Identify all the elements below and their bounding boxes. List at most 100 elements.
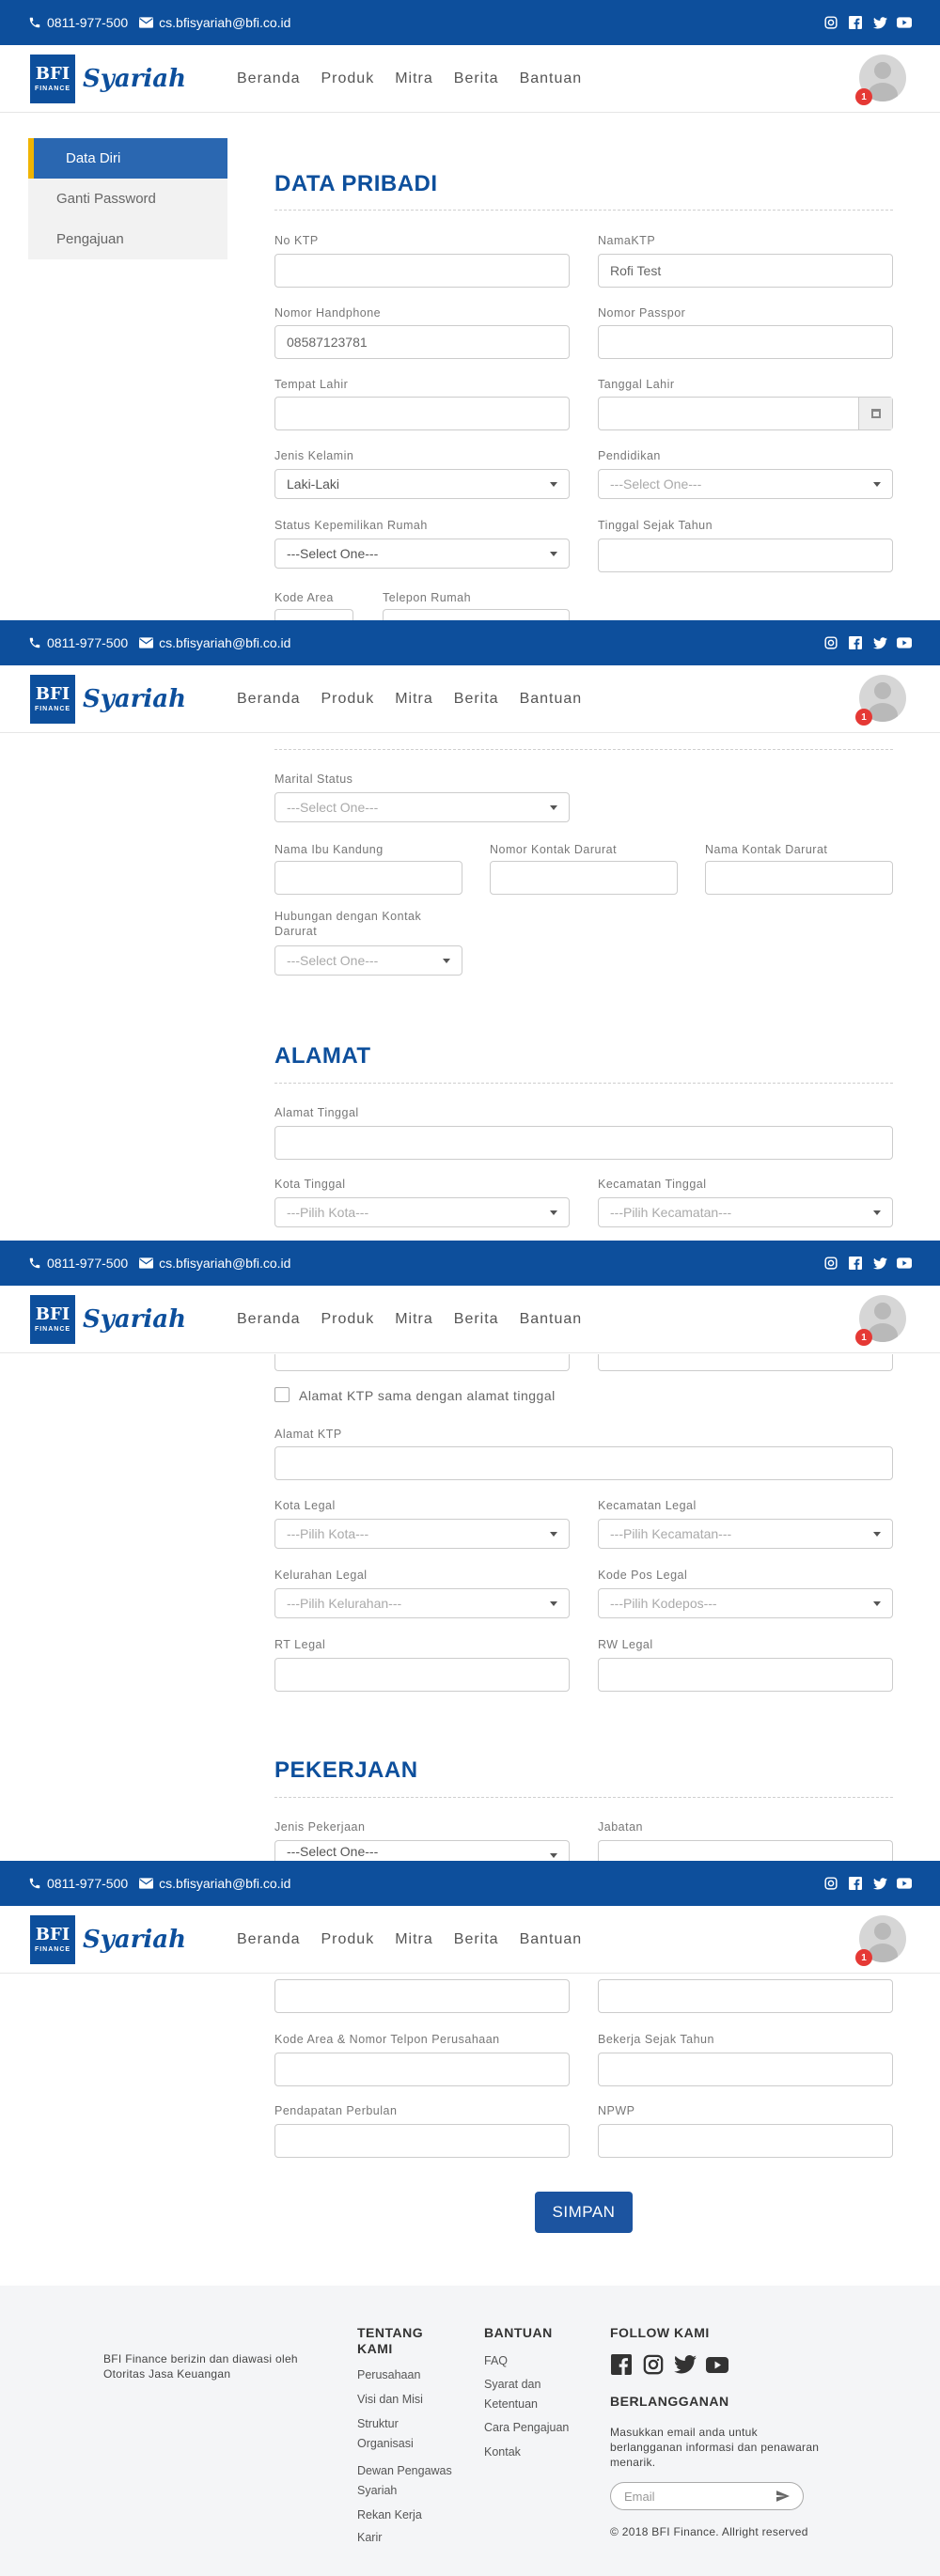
rw-legal-input[interactable]: [598, 1658, 893, 1692]
send-icon[interactable]: [776, 2490, 790, 2505]
kota-tinggal-select-bottom[interactable]: [274, 1354, 570, 1371]
menu-bantuan[interactable]: Bantuan: [520, 1931, 583, 1948]
facebook-icon[interactable]: [848, 635, 863, 650]
menu-mitra[interactable]: Mitra: [395, 1931, 433, 1948]
facebook-icon[interactable]: [848, 15, 863, 30]
footer-link-faq[interactable]: FAQ: [484, 2351, 578, 2371]
nama-ibu-input[interactable]: [274, 861, 462, 895]
footer-link-rekan-kerja[interactable]: Rekan Kerja: [357, 2506, 461, 2525]
tinggal-sejak-input[interactable]: [598, 539, 893, 572]
footer-link-struktur[interactable]: Struktur Organisasi: [357, 2414, 442, 2455]
telepon-rumah-input[interactable]: [383, 609, 570, 620]
phone-contact[interactable]: 0811-977-500: [28, 15, 128, 30]
bfi-syariah-logo[interactable]: BFI FINANCE Syariah: [30, 54, 218, 103]
tanggal-lahir-input[interactable]: [598, 397, 893, 430]
notification-badge[interactable]: 1: [855, 1949, 872, 1966]
sidebar-item-pengajuan[interactable]: Pengajuan: [28, 219, 227, 259]
menu-beranda[interactable]: Beranda: [237, 1931, 301, 1948]
footer-link-cara-pengajuan[interactable]: Cara Pengajuan: [484, 2418, 588, 2438]
same-address-checkbox[interactable]: [274, 1387, 290, 1402]
menu-berita[interactable]: Berita: [454, 1311, 499, 1328]
no-ktp-input[interactable]: [274, 254, 570, 288]
kota-legal-select[interactable]: ---Pilih Kota---: [274, 1519, 570, 1549]
jenis-pekerjaan-select-bottom[interactable]: [274, 1979, 570, 2013]
phone-contact[interactable]: 0811-977-500: [28, 635, 128, 650]
same-address-label[interactable]: Alamat KTP sama dengan alamat tinggal: [299, 1387, 556, 1404]
marital-select[interactable]: ---Select One---: [274, 792, 570, 822]
subscribe-email-input[interactable]: Email: [610, 2482, 804, 2510]
kecamatan-tinggal-select[interactable]: ---Pilih Kecamatan---: [598, 1197, 893, 1227]
youtube-icon[interactable]: [706, 2353, 728, 2376]
tempat-lahir-input[interactable]: [274, 397, 570, 430]
notification-badge[interactable]: 1: [855, 709, 872, 726]
menu-produk[interactable]: Produk: [321, 1311, 375, 1328]
phone-contact[interactable]: 0811-977-500: [28, 1256, 128, 1271]
email-contact[interactable]: cs.bfisyariah@bfi.co.id: [139, 1256, 290, 1271]
no-hp-input[interactable]: 08587123781: [274, 325, 570, 359]
kode-area-input[interactable]: [274, 609, 353, 620]
twitter-icon[interactable]: [872, 15, 887, 30]
alamat-tinggal-input[interactable]: [274, 1126, 893, 1160]
phone-contact[interactable]: 0811-977-500: [28, 1876, 128, 1891]
hubungan-select[interactable]: ---Select One---: [274, 945, 462, 976]
bfi-syariah-logo[interactable]: BFI FINANCE Syariah: [30, 1294, 218, 1344]
twitter-icon[interactable]: [872, 1876, 887, 1891]
kode-area-perusahaan-input[interactable]: [274, 2053, 570, 2086]
menu-bantuan[interactable]: Bantuan: [520, 70, 583, 87]
bfi-syariah-logo[interactable]: BFI FINANCE Syariah: [30, 1914, 218, 1964]
twitter-icon[interactable]: [872, 1256, 887, 1271]
kecamatan-legal-select[interactable]: ---Pilih Kecamatan---: [598, 1519, 893, 1549]
sidebar-item-data-diri[interactable]: Data Diri: [28, 138, 227, 179]
footer-link-visi-misi[interactable]: Visi dan Misi: [357, 2390, 461, 2410]
instagram-icon[interactable]: [823, 635, 838, 650]
kontak-darurat-input[interactable]: [490, 861, 678, 895]
menu-berita[interactable]: Berita: [454, 1931, 499, 1948]
bekerja-sejak-input[interactable]: [598, 2053, 893, 2086]
menu-bantuan[interactable]: Bantuan: [520, 1311, 583, 1328]
instagram-icon[interactable]: [642, 2353, 665, 2376]
menu-beranda[interactable]: Beranda: [237, 70, 301, 87]
jenis-pekerjaan-select[interactable]: ---Select One---: [274, 1840, 570, 1861]
jabatan-input-bottom[interactable]: [598, 1979, 893, 2013]
calendar-icon[interactable]: [858, 398, 892, 429]
kodepos-legal-select[interactable]: ---Pilih Kodepos---: [598, 1588, 893, 1618]
email-contact[interactable]: cs.bfisyariah@bfi.co.id: [139, 15, 290, 30]
menu-bantuan[interactable]: Bantuan: [520, 691, 583, 708]
facebook-icon[interactable]: [610, 2353, 633, 2376]
footer-link-karir[interactable]: Karir: [357, 2528, 461, 2548]
save-button[interactable]: SIMPAN: [535, 2192, 633, 2233]
menu-berita[interactable]: Berita: [454, 691, 499, 708]
notification-badge[interactable]: 1: [855, 1329, 872, 1346]
instagram-icon[interactable]: [823, 1256, 838, 1271]
youtube-icon[interactable]: [897, 635, 912, 650]
pendidikan-select[interactable]: ---Select One---: [598, 469, 893, 499]
menu-produk[interactable]: Produk: [321, 1931, 375, 1948]
jabatan-input[interactable]: [598, 1840, 893, 1861]
footer-link-perusahaan[interactable]: Perusahaan: [357, 2365, 461, 2385]
menu-berita[interactable]: Berita: [454, 70, 499, 87]
notification-badge[interactable]: 1: [855, 88, 872, 105]
footer-link-kontak[interactable]: Kontak: [484, 2443, 578, 2462]
instagram-icon[interactable]: [823, 1876, 838, 1891]
no-paspor-input[interactable]: [598, 325, 893, 359]
menu-produk[interactable]: Produk: [321, 70, 375, 87]
kelurahan-legal-select[interactable]: ---Pilih Kelurahan---: [274, 1588, 570, 1618]
youtube-icon[interactable]: [897, 1876, 912, 1891]
youtube-icon[interactable]: [897, 1256, 912, 1271]
footer-link-syarat[interactable]: Syarat dan Ketentuan: [484, 2375, 569, 2415]
bfi-syariah-logo[interactable]: BFI FINANCE Syariah: [30, 674, 218, 724]
kecamatan-tinggal-select-bottom[interactable]: [598, 1354, 893, 1371]
menu-mitra[interactable]: Mitra: [395, 1311, 433, 1328]
kota-tinggal-select[interactable]: ---Pilih Kota---: [274, 1197, 570, 1227]
youtube-icon[interactable]: [897, 15, 912, 30]
instagram-icon[interactable]: [823, 15, 838, 30]
status-rumah-select[interactable]: ---Select One---: [274, 539, 570, 569]
twitter-icon[interactable]: [674, 2353, 697, 2376]
footer-link-dewan[interactable]: Dewan Pengawas Syariah: [357, 2461, 461, 2502]
pendapatan-input[interactable]: [274, 2124, 570, 2158]
rt-legal-input[interactable]: [274, 1658, 570, 1692]
nama-kontak-darurat-input[interactable]: [705, 861, 893, 895]
menu-beranda[interactable]: Beranda: [237, 691, 301, 708]
menu-mitra[interactable]: Mitra: [395, 691, 433, 708]
facebook-icon[interactable]: [848, 1876, 863, 1891]
